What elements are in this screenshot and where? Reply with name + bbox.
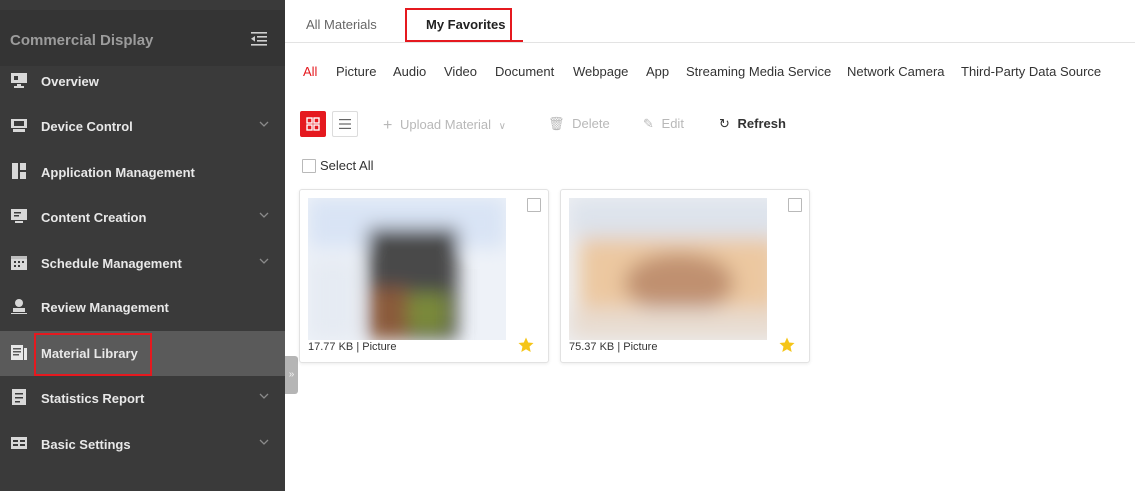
sidebar-item-label: Statistics Report: [41, 391, 145, 406]
select-all-checkbox[interactable]: [302, 159, 316, 173]
chevron-down-icon: [259, 393, 269, 399]
sidebar-item-label: Basic Settings: [41, 437, 131, 452]
device-icon: [11, 119, 27, 132]
material-card[interactable]: 75.37 KB | Picture: [560, 189, 810, 363]
monitor-icon: [11, 73, 27, 88]
sidebar-item-statistics-report[interactable]: Statistics Report: [0, 376, 285, 421]
filter-third-party-data-source[interactable]: Third-Party Data Source: [961, 64, 1101, 79]
upload-material-button[interactable]: + Upload Material ∨: [383, 116, 506, 134]
sidebar-item-label: Content Creation: [41, 210, 147, 225]
delete-button[interactable]: 🗑︎ Delete: [548, 116, 610, 132]
sidebar-item-device-control[interactable]: Device Control: [0, 104, 285, 149]
favorite-star-icon[interactable]: [518, 337, 534, 353]
sidebar-item-overview[interactable]: Overview: [0, 59, 285, 104]
sidebar-item-label: Application Management: [41, 165, 195, 180]
calendar-icon: [11, 256, 27, 270]
highlight-box-material-library: [34, 333, 152, 376]
refresh-button[interactable]: ↻ Refresh: [719, 116, 786, 132]
report-icon: [12, 389, 26, 405]
chevron-down-icon: [259, 212, 269, 218]
tab-all-materials[interactable]: All Materials: [306, 17, 377, 32]
sidebar-item-label: Review Management: [41, 300, 169, 315]
chevron-down-icon: [259, 121, 269, 127]
expand-panel-handle[interactable]: »: [285, 356, 298, 394]
user-review-icon: [11, 299, 27, 314]
card-meta: 17.77 KB | Picture: [308, 341, 397, 353]
card-select-checkbox[interactable]: [527, 198, 541, 212]
material-thumbnail: [308, 198, 506, 340]
sidebar-item-label: Device Control: [41, 119, 133, 134]
sidebar-item-label: Overview: [41, 74, 99, 89]
upload-material-label: Upload Material: [399, 117, 492, 132]
grid-view-icon: [306, 117, 320, 131]
trash-icon: 🗑︎: [548, 116, 565, 131]
sidebar: Commercial Display Overview Device Contr…: [0, 0, 285, 491]
list-view-icon: [339, 119, 351, 129]
sidebar-item-application-management[interactable]: Application Management: [0, 150, 285, 195]
filter-streaming-media-service[interactable]: Streaming Media Service: [686, 64, 831, 79]
filter-video[interactable]: Video: [444, 64, 477, 79]
filter-picture[interactable]: Picture: [336, 64, 376, 79]
edit-button[interactable]: ✎ Edit: [643, 116, 684, 132]
material-thumbnail: [569, 198, 767, 340]
edit-screen-icon: [11, 209, 27, 223]
sidebar-item-schedule-management[interactable]: Schedule Management: [0, 241, 285, 286]
settings-panel-icon: [11, 437, 27, 449]
filter-network-camera[interactable]: Network Camera: [847, 64, 945, 79]
collapse-menu-icon[interactable]: [251, 32, 267, 46]
material-card[interactable]: 17.77 KB | Picture: [299, 189, 549, 363]
chevron-down-icon: [259, 258, 269, 264]
sidebar-item-label: Schedule Management: [41, 256, 182, 271]
chevron-down-icon: ∨: [498, 121, 506, 132]
select-all-label: Select All: [320, 158, 374, 173]
sidebar-item-basic-settings[interactable]: Basic Settings: [0, 422, 285, 467]
filter-app[interactable]: App: [646, 64, 669, 79]
refresh-icon: ↻: [719, 116, 730, 131]
delete-label: Delete: [572, 116, 610, 131]
pencil-icon: ✎: [643, 116, 654, 131]
edit-label: Edit: [661, 116, 684, 131]
highlight-box-my-favorites: [405, 8, 512, 42]
list-view-button[interactable]: [332, 111, 358, 137]
chevron-down-icon: [259, 439, 269, 445]
filter-document[interactable]: Document: [495, 64, 554, 79]
filter-webpage[interactable]: Webpage: [573, 64, 628, 79]
app-title: Commercial Display: [10, 32, 154, 49]
plus-icon: +: [383, 117, 393, 134]
filter-audio[interactable]: Audio: [393, 64, 426, 79]
filter-all[interactable]: All: [303, 64, 317, 79]
sidebar-header: Commercial Display: [0, 10, 285, 66]
sidebar-item-review-management[interactable]: Review Management: [0, 285, 285, 330]
sidebar-item-content-creation[interactable]: Content Creation: [0, 195, 285, 240]
card-meta: 75.37 KB | Picture: [569, 341, 658, 353]
app-root: Commercial Display Overview Device Contr…: [0, 0, 1135, 491]
refresh-label: Refresh: [737, 116, 786, 131]
grid-view-button[interactable]: [300, 111, 326, 137]
library-icon: [11, 345, 27, 360]
app-grid-icon: [12, 163, 26, 179]
card-select-checkbox[interactable]: [788, 198, 802, 212]
favorite-star-icon[interactable]: [779, 337, 795, 353]
